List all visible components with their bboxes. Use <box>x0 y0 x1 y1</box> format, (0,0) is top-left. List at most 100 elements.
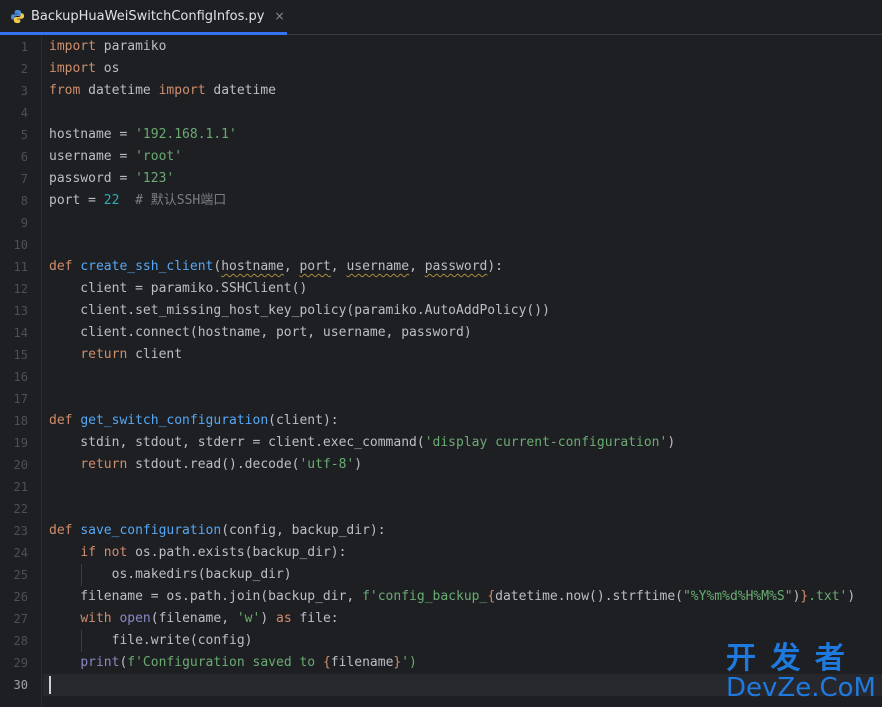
code-token: if <box>80 545 96 560</box>
line-number: 4 <box>20 106 28 120</box>
watermark-top: 开 发 者 <box>726 641 847 676</box>
line-number: 8 <box>20 194 28 208</box>
line-number: 2 <box>20 62 28 76</box>
line-number: 20 <box>13 458 28 472</box>
tab-file[interactable]: BackupHuaWeiSwitchConfigInfos.py × <box>0 0 287 35</box>
code-token: import <box>158 83 206 98</box>
code-token: os.makedirs(backup_dir) <box>49 567 292 582</box>
code-token: not <box>103 545 128 560</box>
code-line: import os <box>49 58 119 80</box>
line-number: 23 <box>13 524 28 538</box>
code-line: filename = os.path.join(backup_dir, f'co… <box>49 586 855 608</box>
code-token: , <box>330 259 347 274</box>
code-token: ) <box>667 435 676 450</box>
code-line: with open(filename, 'w') as file: <box>49 608 338 630</box>
code-token: client <box>127 347 183 362</box>
code-token: (filename, <box>150 611 237 626</box>
code-token: ) <box>260 611 276 626</box>
code-token: paramiko <box>95 39 167 54</box>
line-number: 11 <box>13 260 28 274</box>
code-token: client.connect(hostname, port, username,… <box>49 325 472 340</box>
line-number: 21 <box>13 480 28 494</box>
code-token: f'Configuration saved to <box>127 655 323 670</box>
code-token: datetime <box>80 83 159 98</box>
code-line: def save_configuration(config, backup_di… <box>49 520 386 542</box>
close-icon[interactable]: × <box>274 9 284 23</box>
line-number: 5 <box>20 128 28 142</box>
line-number: 24 <box>13 546 28 560</box>
code-line: file.write(config) <box>49 630 253 652</box>
code-token: 'root' <box>135 149 183 164</box>
line-number: 25 <box>13 568 28 582</box>
code-token: ) <box>354 457 363 472</box>
text-caret <box>49 676 51 694</box>
code-token: password <box>424 259 488 274</box>
indent-guide <box>81 630 82 652</box>
line-number: 26 <box>13 590 28 604</box>
code-token: save_configuration <box>80 523 222 538</box>
code-token: password = <box>49 171 136 186</box>
code-token: open <box>119 611 151 626</box>
line-number: 1 <box>20 40 28 54</box>
code-token: stdout.read().decode( <box>127 457 300 472</box>
code-token: os.path.exists(backup_dir): <box>127 545 347 560</box>
line-number: 15 <box>13 348 28 362</box>
code-line: return stdout.read().decode('utf-8') <box>49 454 362 476</box>
line-number: 6 <box>20 150 28 164</box>
line-number: 9 <box>20 216 28 230</box>
code-token: file.write(config) <box>49 633 253 648</box>
code-token: 'w' <box>236 611 261 626</box>
code-token: 'utf-8' <box>299 457 355 472</box>
code-token: { <box>487 589 496 604</box>
code-line: from datetime import datetime <box>49 80 276 102</box>
code-token: { <box>322 655 331 670</box>
code-line: def create_ssh_client(hostname, port, us… <box>49 256 503 278</box>
code-line: stdin, stdout, stderr = client.exec_comm… <box>49 432 675 454</box>
tab-filename: BackupHuaWeiSwitchConfigInfos.py <box>31 8 265 24</box>
line-number: 17 <box>13 392 28 406</box>
code-token: username = <box>49 149 136 164</box>
code-token: hostname <box>221 259 284 274</box>
code-token: def <box>49 523 73 538</box>
indent-guide <box>81 564 82 586</box>
line-number: 27 <box>13 612 28 626</box>
code-token: ') <box>401 655 417 670</box>
code-token: client = paramiko.SSHClient() <box>49 281 308 296</box>
code-token: with <box>80 611 112 626</box>
code-token: "%Y%m%d%H%M%S" <box>682 589 793 604</box>
code-token: 'display current-configuration' <box>424 435 668 450</box>
code-token: print <box>80 655 120 670</box>
code-line: def get_switch_configuration(client): <box>49 410 339 432</box>
code-token: def <box>49 413 73 428</box>
line-number: 29 <box>13 656 28 670</box>
python-icon <box>10 9 25 24</box>
line-number: 13 <box>13 304 28 318</box>
code-line: client.connect(hostname, port, username,… <box>49 322 472 344</box>
line-number: 16 <box>13 370 28 384</box>
code-token: # 默认SSH端口 <box>119 193 227 208</box>
code-token: filename = os.path.join(backup_dir, <box>49 589 363 604</box>
code-token: (config, backup_dir): <box>221 523 386 538</box>
code-token: from <box>49 83 81 98</box>
code-line: print(f'Configuration saved to {filename… <box>49 652 417 674</box>
code-editor[interactable]: 1 2 3 4 5 6 7 8 9 10 11 12 13 14 15 16 17 18 19 20 21 22 23 24 2… <box>0 36 882 707</box>
code-token: def <box>49 259 73 274</box>
code-token: get_switch_configuration <box>80 413 269 428</box>
code-token: ) <box>847 589 856 604</box>
code-token: '192.168.1.1' <box>135 127 237 142</box>
code-token: , <box>409 259 425 274</box>
line-number: 18 <box>13 414 28 428</box>
code-token: port <box>299 259 331 274</box>
line-number: 19 <box>13 436 28 450</box>
line-number: 14 <box>13 326 28 340</box>
code-token: os <box>95 61 120 76</box>
line-number: 30 <box>13 678 28 692</box>
code-line: if not os.path.exists(backup_dir): <box>49 542 346 564</box>
code-line: hostname = '192.168.1.1' <box>49 124 237 146</box>
code-token: port = <box>49 193 104 208</box>
